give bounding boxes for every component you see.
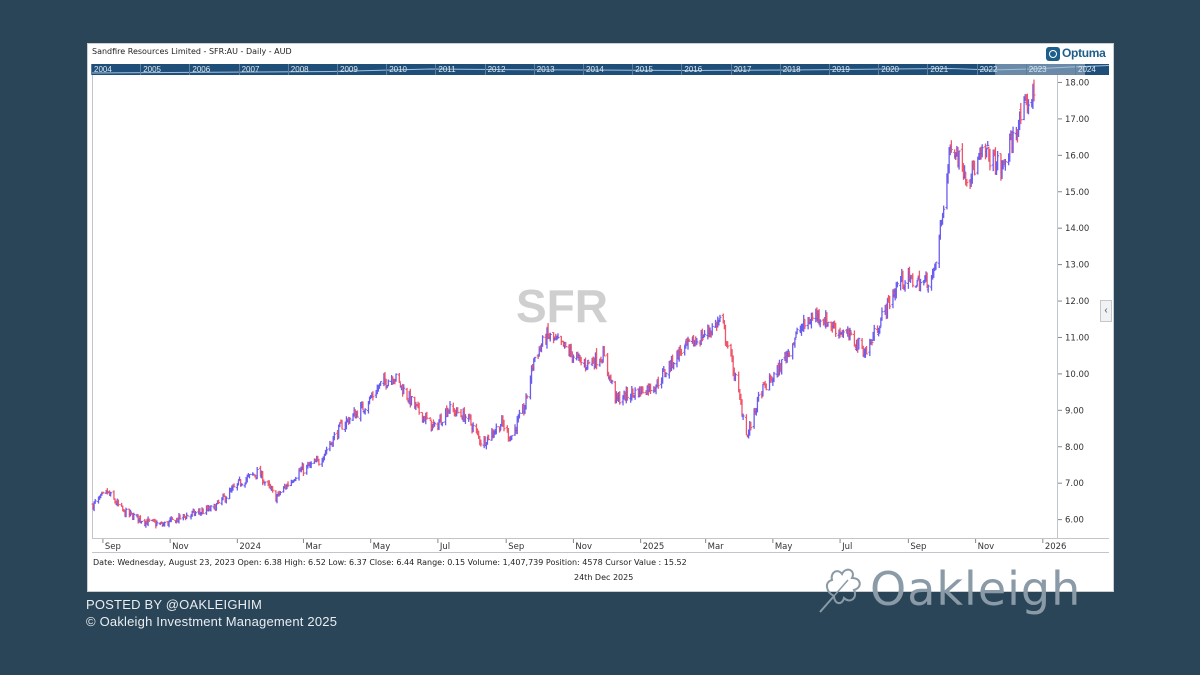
x-tick-label: May <box>775 542 793 552</box>
posted-by: POSTED BY @OAKLEIGHIM <box>86 597 263 612</box>
price-chart[interactable]: SFR 6.00 7.00 8.00 9.00 10.00 11.00 12.00 13.00 1… <box>88 44 1115 593</box>
x-tick-label: Mar <box>305 542 322 552</box>
y-tick-label: 10.00 <box>1065 370 1089 380</box>
y-tick-label: 8.00 <box>1065 443 1084 453</box>
oak-leaf-icon <box>819 568 861 613</box>
collapse-panel-button[interactable]: ‹ <box>1100 300 1112 322</box>
x-tick-label: Nov <box>172 542 189 552</box>
y-tick-label: 15.00 <box>1065 188 1089 198</box>
y-tick-label: 18.00 <box>1065 78 1089 88</box>
y-tick-label: 6.00 <box>1065 516 1084 526</box>
date-note: 24th Dec 2025 <box>574 573 634 582</box>
y-tick-label: 14.00 <box>1065 224 1089 234</box>
x-tick-label: Sep <box>508 542 524 552</box>
x-tick-label: Nov <box>978 542 995 552</box>
y-tick-label: 17.00 <box>1065 115 1089 125</box>
x-tick-label: Sep <box>910 542 926 552</box>
x-tick-label: 2024 <box>239 542 261 552</box>
status-line: Date: Wednesday, August 23, 2023 Open: 6… <box>93 558 687 567</box>
y-tick-label: 7.00 <box>1065 479 1084 489</box>
oakleigh-logo: Oakleigh <box>812 560 1092 620</box>
watermark-symbol: SFR <box>516 280 608 332</box>
x-tick-label: 2026 <box>1045 542 1067 552</box>
oakleigh-wordmark: Oakleigh <box>870 562 1082 616</box>
x-tick-label: 2025 <box>643 542 665 552</box>
y-tick-label: 13.00 <box>1065 261 1089 271</box>
x-tick-label: Jul <box>439 542 450 552</box>
x-tick-label: Sep <box>105 542 121 552</box>
x-tick-label: May <box>373 542 391 552</box>
x-tick-label: Jul <box>841 542 852 552</box>
copyright: © Oakleigh Investment Management 2025 <box>86 614 338 629</box>
y-tick-label: 16.00 <box>1065 151 1089 161</box>
chart-panel: Sandfire Resources Limited - SFR:AU - Da… <box>87 43 1114 592</box>
x-tick-label: Mar <box>708 542 725 552</box>
y-tick-label: 12.00 <box>1065 297 1089 307</box>
y-tick-label: 9.00 <box>1065 406 1084 416</box>
x-tick-label: Nov <box>575 542 592 552</box>
y-tick-label: 11.00 <box>1065 333 1089 343</box>
